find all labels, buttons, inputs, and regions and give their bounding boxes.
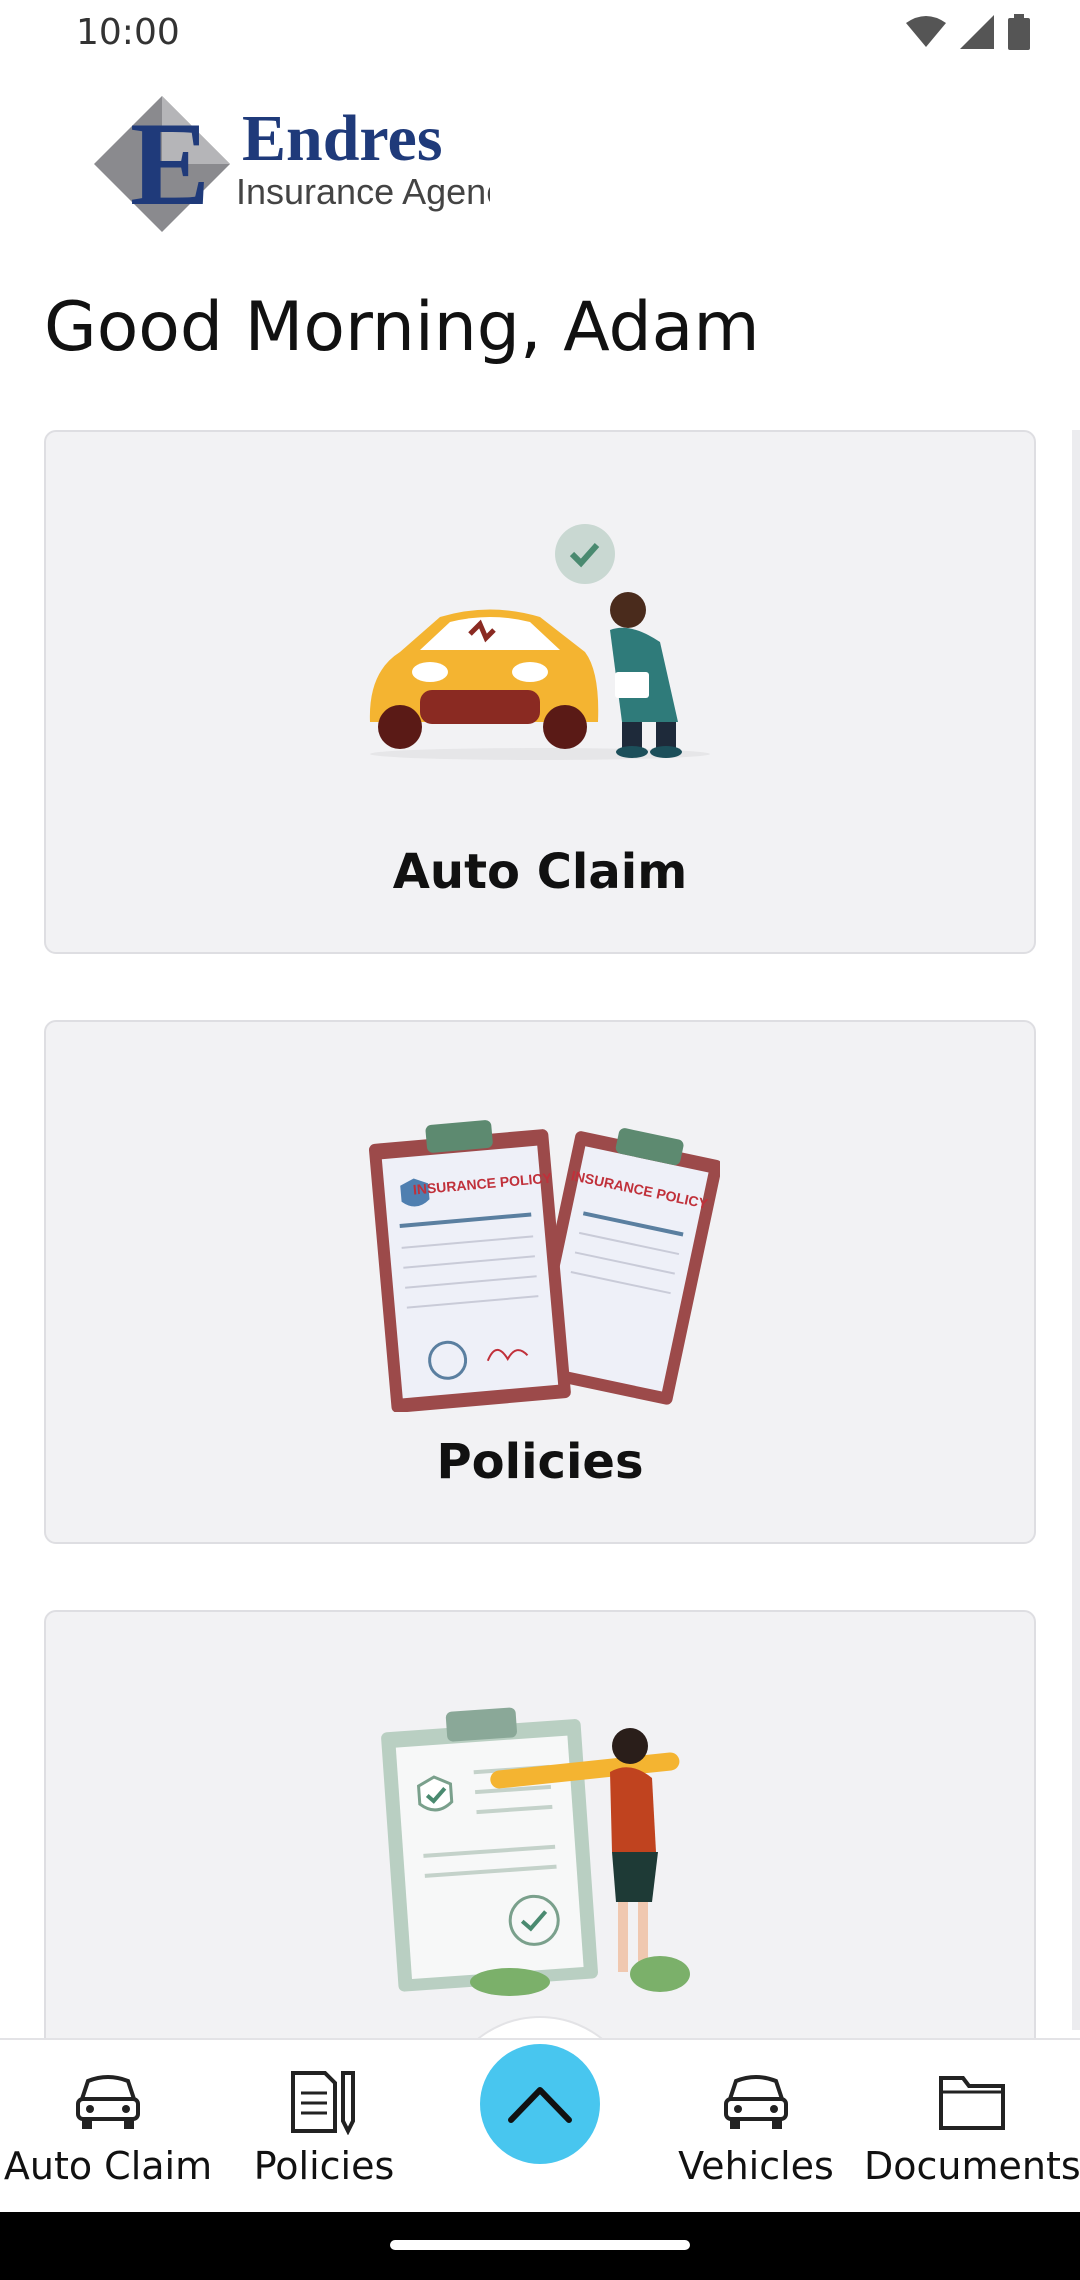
nav-auto-claim-label: Auto Claim	[3, 2144, 213, 2188]
document-pen-icon	[216, 2066, 432, 2138]
home-screen: 10:00 E Endres Insurance Agency, Inc Goo…	[0, 0, 1080, 2280]
endres-logo: E Endres Insurance Agency, Inc	[90, 92, 588, 238]
policies-card[interactable]: INSURANCE POLICY INSURANCE POLICY Polici…	[44, 1020, 1036, 1544]
svg-text:E: E	[130, 97, 210, 230]
car-icon	[648, 2066, 864, 2138]
auto-claim-illustration	[360, 522, 720, 762]
nav-policies-label: Policies	[253, 2144, 395, 2188]
svg-text:Insurance Agency, Inc: Insurance Agency, Inc	[236, 171, 490, 212]
status-bar: 10:00	[0, 0, 1080, 70]
expand-menu-button[interactable]	[480, 2044, 600, 2164]
home-gesture-handle[interactable]	[390, 2240, 690, 2250]
scroll-edge	[1072, 430, 1080, 2030]
nav-vehicles-label: Vehicles	[678, 2144, 834, 2188]
nav-documents[interactable]: Documents	[864, 2066, 1080, 2188]
status-icons	[906, 14, 1030, 50]
car-icon	[0, 2066, 216, 2138]
auto-claim-card[interactable]: Auto Claim	[44, 430, 1036, 954]
folder-icon	[864, 2066, 1080, 2138]
svg-text:Endres: Endres	[242, 102, 443, 175]
auto-claim-label: Auto Claim	[392, 844, 688, 900]
chevron-up-icon	[508, 2087, 572, 2123]
policies-label: Policies	[436, 1434, 644, 1490]
nav-documents-label: Documents	[864, 2144, 1080, 2188]
nav-vehicles[interactable]: Vehicles	[648, 2066, 864, 2188]
signal-icon	[960, 15, 994, 49]
nav-auto-claim[interactable]: Auto Claim	[0, 2066, 216, 2188]
insurance-policy-illustration: INSURANCE POLICY INSURANCE POLICY	[360, 1112, 723, 1413]
checklist-illustration	[380, 1702, 700, 2002]
wifi-icon	[906, 16, 946, 47]
nav-policies[interactable]: Policies	[216, 2066, 432, 2188]
status-time: 10:00	[76, 12, 180, 53]
greeting-heading: Good Morning, Adam	[44, 288, 760, 367]
battery-icon	[1008, 14, 1030, 50]
